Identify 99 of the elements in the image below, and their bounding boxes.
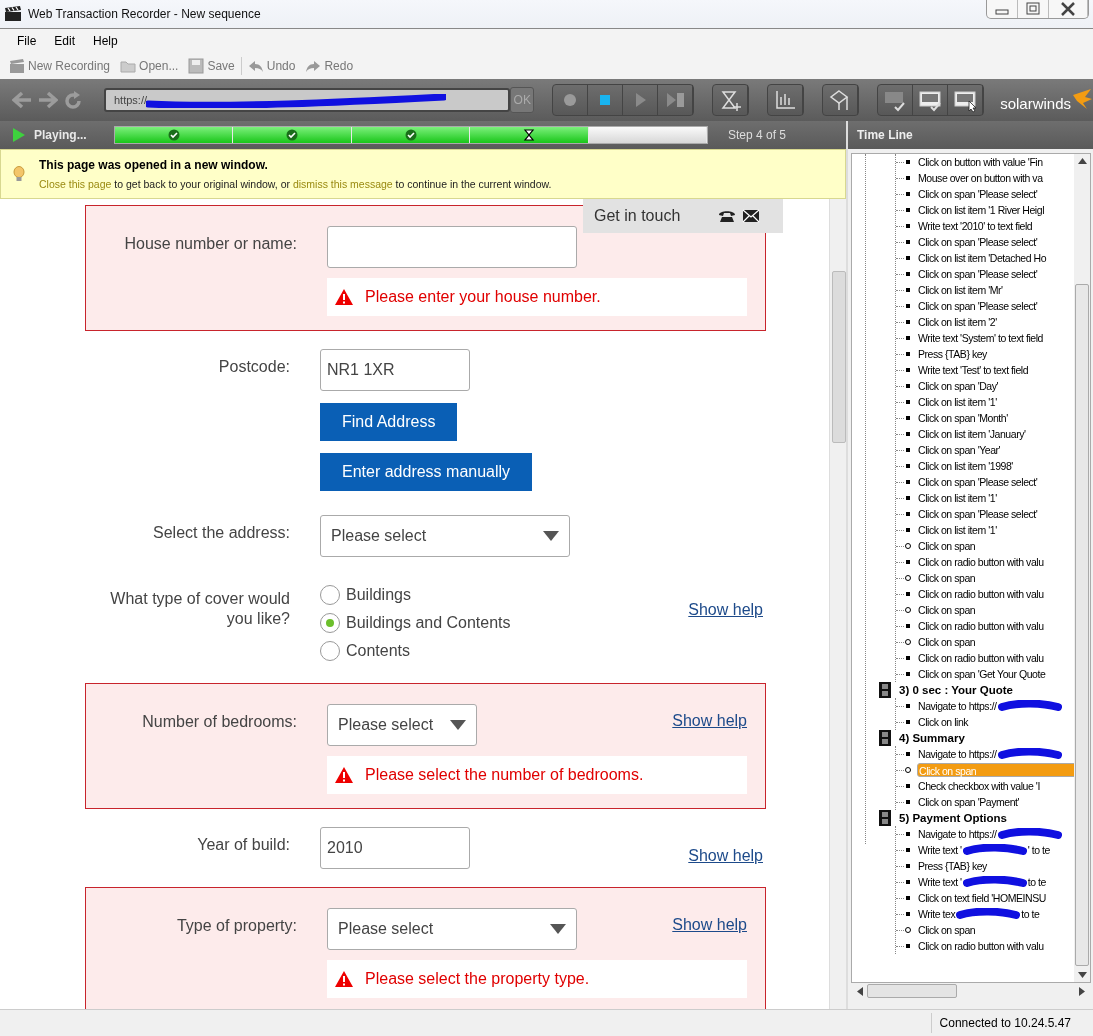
timeline-action[interactable]: Press {TAB} key bbox=[917, 347, 988, 361]
step-counter: Step 4 of 5 bbox=[728, 128, 787, 142]
timeline-action[interactable]: Click on span bbox=[917, 923, 977, 937]
radio-option[interactable]: Buildings bbox=[320, 581, 511, 609]
text-field[interactable]: NR1 1XR bbox=[320, 349, 470, 391]
timeline-action[interactable]: Click on span 'Please select' bbox=[917, 507, 1039, 521]
timeline-action[interactable]: Click on span 'Please select' bbox=[917, 299, 1039, 313]
timeline-step[interactable]: 4) Summary bbox=[899, 732, 965, 744]
timeline-action[interactable]: Click on span bbox=[917, 539, 977, 553]
text-field[interactable]: 2010 bbox=[320, 827, 470, 869]
timeline-action[interactable]: Write text '2010' to text field bbox=[917, 219, 1034, 233]
timeline-action-suffix: to te bbox=[1020, 907, 1041, 921]
timeline-action[interactable]: Click on list item '1 River Heigl bbox=[917, 203, 1046, 217]
player-status: Playing... bbox=[34, 128, 88, 142]
timeline-action[interactable]: Click on link bbox=[917, 715, 970, 729]
timeline-action[interactable]: Click on list item 'January' bbox=[917, 427, 1027, 441]
timeline-action-suffix: to te bbox=[1026, 875, 1047, 889]
timeline-step[interactable]: 3) 0 sec : Your Quote bbox=[899, 684, 1013, 696]
action-button[interactable]: Find Address bbox=[320, 403, 458, 441]
timeline-action[interactable]: Click on list item '2' bbox=[917, 315, 998, 329]
field-label: Postcode: bbox=[217, 357, 291, 377]
timeline-header: Time Line bbox=[848, 121, 1093, 149]
timeline-action[interactable]: Press {TAB} key bbox=[917, 859, 988, 873]
timeline-action[interactable]: Click on span 'Please select' bbox=[917, 475, 1039, 489]
menu-item[interactable]: Help bbox=[86, 34, 125, 48]
timeline-action[interactable]: Write text 'System' to text field bbox=[917, 331, 1044, 345]
timeline-action[interactable]: Navigate to https:// bbox=[917, 827, 998, 841]
notice-title: This page was opened in a new window. bbox=[39, 158, 269, 172]
field-label: Number of bedrooms: bbox=[141, 712, 298, 732]
timeline-action[interactable]: Write text ' bbox=[917, 843, 963, 857]
redo-button[interactable]: Redo bbox=[301, 55, 358, 77]
radio-label: Contents bbox=[346, 642, 411, 660]
timeline-action[interactable]: Mouse over on button with va bbox=[917, 171, 1044, 185]
timeline-action[interactable]: Click on text field 'HOMEINSU bbox=[917, 891, 1047, 905]
contact-tab[interactable]: Get in touch bbox=[583, 199, 783, 233]
field-label: House number or name: bbox=[123, 234, 298, 254]
radio-option[interactable]: Contents bbox=[320, 637, 511, 665]
timeline-action[interactable]: Write text ' bbox=[917, 875, 963, 889]
window-title: Web Transaction Recorder - New sequence bbox=[28, 7, 262, 21]
radio-option[interactable]: Buildings and Contents bbox=[320, 609, 511, 637]
dismiss-message-link[interactable]: dismiss this message bbox=[292, 178, 393, 190]
show-help-link[interactable]: Show help bbox=[688, 601, 763, 619]
timeline-action[interactable]: Click on list item 'Mr' bbox=[917, 283, 1004, 297]
menu-item[interactable]: File bbox=[10, 34, 44, 48]
timeline-action[interactable]: Click on span 'Year' bbox=[917, 443, 1002, 457]
close-page-link[interactable]: Close this page bbox=[39, 178, 112, 190]
timeline-action[interactable]: Click on list item '1' bbox=[917, 491, 998, 505]
show-help-link[interactable]: Show help bbox=[672, 712, 747, 730]
open-button[interactable]: Open... bbox=[116, 55, 183, 77]
field-label: What type of cover would you like? bbox=[109, 589, 291, 629]
timeline-action[interactable]: Click on span 'Please select' bbox=[917, 235, 1039, 249]
error-message: Please select the property type. bbox=[365, 970, 590, 988]
timeline-action[interactable]: Click on span bbox=[917, 571, 977, 585]
timeline-action[interactable]: Check checkbox with value 'I bbox=[917, 779, 1041, 793]
timeline-action[interactable]: Click on span 'Month' bbox=[917, 411, 1009, 425]
error-message: Please select the number of bedrooms. bbox=[365, 766, 644, 784]
address-field[interactable]: https:// bbox=[104, 88, 511, 112]
timeline-step[interactable]: 5) Payment Options bbox=[899, 812, 1007, 824]
brand-logo-text: solarwinds bbox=[1000, 94, 1071, 112]
radio-label: Buildings bbox=[346, 586, 411, 604]
action-button[interactable]: Enter address manually bbox=[320, 453, 533, 491]
timeline-action[interactable]: Click on list item '1998' bbox=[917, 459, 1014, 473]
timeline-action[interactable]: Write tex bbox=[917, 907, 957, 921]
timeline-action[interactable]: Click on span 'Please select' bbox=[917, 267, 1039, 281]
timeline-action[interactable]: Navigate to https:// bbox=[917, 747, 998, 761]
timeline-action[interactable]: Navigate to https:// bbox=[917, 699, 998, 713]
status-text: Connected to 10.24.5.47 bbox=[930, 1013, 1093, 1033]
timeline-action[interactable]: Click on span 'Get Your Quote bbox=[917, 667, 1047, 681]
timeline-action[interactable]: Click on radio button with valu bbox=[917, 619, 1045, 633]
save-button[interactable]: Save bbox=[184, 55, 239, 77]
timeline-action[interactable]: Click on span 'Please select' bbox=[917, 187, 1039, 201]
timeline-action[interactable]: Write text 'Test' to text field bbox=[917, 363, 1030, 377]
field-label: Type of property: bbox=[175, 916, 298, 936]
timeline-action[interactable]: Click on span 'Payment' bbox=[917, 795, 1021, 809]
error-message: Please enter your house number. bbox=[365, 288, 601, 306]
show-help-link[interactable]: Show help bbox=[672, 916, 747, 934]
timeline-action[interactable]: Click on span 'Day' bbox=[917, 379, 1000, 393]
timeline-action[interactable]: Click on span bbox=[917, 635, 977, 649]
field-label: Year of build: bbox=[196, 835, 291, 855]
timeline-action[interactable]: Click on list item 'Detached Ho bbox=[917, 251, 1048, 265]
dropdown[interactable]: Please select bbox=[327, 704, 477, 746]
timeline-action[interactable]: Click on radio button with valu bbox=[917, 939, 1045, 953]
timeline-action[interactable]: Click on button with value 'Fin bbox=[917, 155, 1044, 169]
timeline-action[interactable]: Click on radio button with valu bbox=[917, 587, 1045, 601]
show-help-link[interactable]: Show help bbox=[688, 847, 763, 865]
recording-button[interactable]: New Recording bbox=[5, 55, 115, 77]
menu-item[interactable]: Edit bbox=[47, 34, 83, 48]
timeline-action[interactable]: Click on radio button with valu bbox=[917, 555, 1045, 569]
timeline-action[interactable]: Click on span bbox=[917, 603, 977, 617]
timeline-action[interactable]: Click on radio button with valu bbox=[917, 651, 1045, 665]
timeline-action-suffix: ' to te bbox=[1026, 843, 1051, 857]
radio-label: Buildings and Contents bbox=[346, 614, 511, 632]
undo-button[interactable]: Undo bbox=[243, 55, 300, 77]
timeline-action[interactable]: Click on list item '1' bbox=[917, 395, 998, 409]
notice-text: Close this page to get back to your original window, or dismiss this message to continue in the current window. bbox=[39, 178, 552, 190]
dropdown[interactable]: Please select bbox=[320, 515, 570, 557]
dropdown[interactable]: Please select bbox=[327, 908, 577, 950]
timeline-action[interactable]: Click on list item '1' bbox=[917, 523, 998, 537]
field-label: Select the address: bbox=[152, 523, 291, 543]
